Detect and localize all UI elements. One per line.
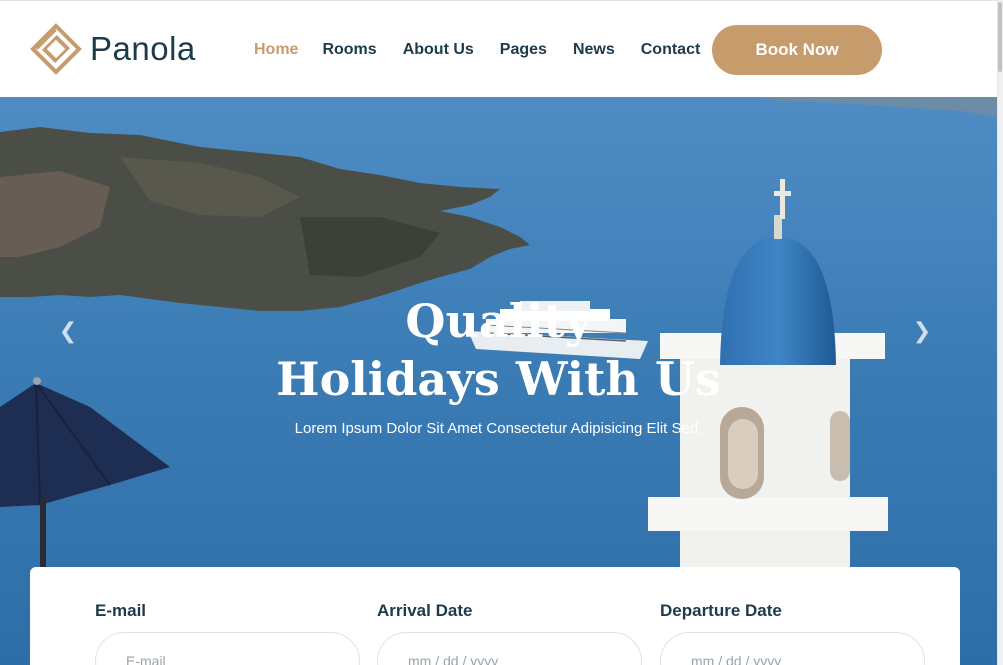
nav-contact[interactable]: Contact [641,41,701,59]
brand-name: Panola [90,30,196,67]
departure-date-label: Departure Date [660,601,782,620]
nav-pages[interactable]: Pages [500,41,547,59]
hero-subtitle: Lorem Ipsum Dolor Sit Amet Consectetur A… [294,420,703,437]
logo-mark-icon [30,23,82,75]
nav-rooms[interactable]: Rooms [322,41,376,59]
arrival-date-label: Arrival Date [377,601,473,620]
departure-date-field-group: Departure Date [660,601,925,665]
arrival-date-input[interactable] [377,632,642,665]
hero-title-line2: Holidays With Us [276,352,721,406]
page-scrollbar[interactable] [997,0,1003,665]
scrollbar-thumb[interactable] [998,2,1002,72]
site-header: Panola Home Rooms About Us Pages News Co… [0,0,997,97]
book-now-button[interactable]: Book Now [712,25,882,75]
booking-form: E-mail Arrival Date Departure Date [30,567,960,665]
nav-news[interactable]: News [573,41,615,59]
email-field-group: E-mail [95,601,360,665]
departure-date-input[interactable] [660,632,925,665]
brand-logo[interactable]: Panola [30,23,196,75]
nav-home[interactable]: Home [254,41,298,59]
main-nav: Home Rooms About Us Pages News Contact [254,41,726,59]
nav-about-us[interactable]: About Us [403,41,474,59]
email-input[interactable] [95,632,360,665]
email-label: E-mail [95,601,147,620]
arrival-date-field-group: Arrival Date [377,601,642,665]
hero-title-line1: Quality [405,294,592,348]
